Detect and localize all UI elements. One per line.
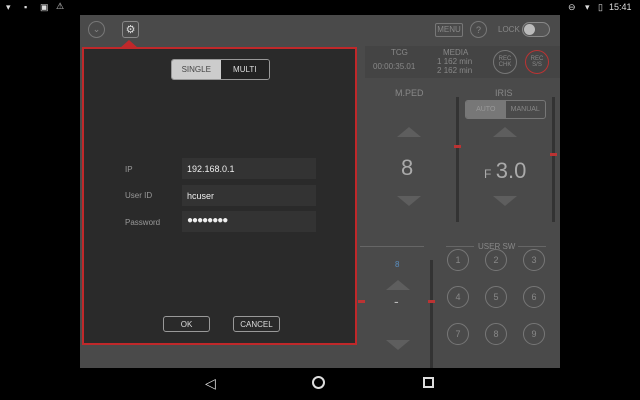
user-sw-button-5[interactable]: 5 [485, 286, 507, 308]
divider [446, 246, 474, 247]
user-sw-button-8[interactable]: 8 [485, 323, 507, 345]
lower-down-button[interactable] [386, 340, 410, 350]
back-icon[interactable]: ◁ [205, 375, 216, 392]
mped-up-button[interactable] [397, 127, 421, 137]
rec-chk-button[interactable]: REC CHK [493, 50, 517, 74]
navigation-bar: ◁ [0, 368, 640, 400]
user-sw-button-1[interactable]: 1 [447, 249, 469, 271]
rec-ss-button[interactable]: REC S/S [525, 50, 549, 74]
user-sw-button-3[interactable]: 3 [523, 249, 545, 271]
photo-icon: ▣ [40, 2, 49, 12]
iris-slider-right[interactable] [552, 97, 555, 222]
warning-icon: ⚠ [56, 1, 65, 11]
iris-up-button[interactable] [493, 127, 517, 137]
iris-down-button[interactable] [493, 196, 517, 206]
status-bar: ▾ ▪ ▣ ⚠ ⊖ ▾ ▯ 15:41 [0, 0, 640, 15]
home-icon[interactable] [312, 376, 325, 389]
lower-slider[interactable] [430, 260, 433, 375]
lower-up-button[interactable] [386, 280, 410, 290]
menu-button[interactable]: MENU [435, 23, 463, 37]
battery-icon: ▯ [598, 2, 603, 12]
slot-1: 1 [437, 57, 442, 66]
password-input[interactable]: ●●●●●●●● [182, 211, 316, 232]
lower-small-value: 8 [395, 260, 400, 269]
media-2-remaining: 162 min [443, 66, 473, 75]
user-sw-button-4[interactable]: 4 [447, 286, 469, 308]
iris-auto-button[interactable]: AUTO [466, 101, 506, 118]
lower-value: - [394, 293, 399, 309]
ok-button[interactable]: OK [163, 316, 210, 332]
password-label: Password [125, 218, 161, 227]
mode-toggle: SINGLE MULTI [171, 59, 270, 80]
ip-input[interactable]: 192.168.0.1 [182, 158, 316, 179]
chevron-down-icon: ⌄ [92, 24, 101, 34]
slider-marker [550, 153, 557, 156]
iris-mode-toggle: AUTO MANUAL [465, 100, 546, 119]
slider-marker [428, 300, 435, 303]
ip-label: IP [125, 165, 133, 174]
lock-toggle[interactable] [522, 22, 550, 37]
user-sw-button-2[interactable]: 2 [485, 249, 507, 271]
user-id-input[interactable]: hcuser [182, 185, 316, 206]
media-1-remaining: 162 min [443, 57, 473, 66]
cancel-button[interactable]: CANCEL [233, 316, 280, 332]
iris-label: IRIS [495, 88, 513, 98]
mode-single-button[interactable]: SINGLE [172, 60, 221, 79]
settings-button[interactable]: ⚙ [122, 21, 139, 38]
tcg-label: TCG [391, 48, 408, 57]
mped-value: 8 [401, 155, 414, 180]
wifi-icon: ▾ [585, 2, 590, 12]
iris-value: 3.0 [495, 158, 527, 183]
gear-icon: ⚙ [125, 24, 136, 36]
collapse-button[interactable]: ⌄ [88, 21, 105, 38]
mped-down-button[interactable] [397, 196, 421, 206]
recents-icon[interactable] [423, 377, 434, 388]
help-button[interactable]: ? [470, 21, 487, 38]
lock-label: LOCK [498, 25, 520, 34]
wifi-question-icon: ▾ [6, 2, 11, 12]
user-sw-button-9[interactable]: 9 [523, 323, 545, 345]
media-label: MEDIA [443, 48, 469, 57]
divider [518, 246, 546, 247]
iris-slider-left[interactable] [456, 97, 459, 222]
iris-prefix: F [484, 167, 492, 181]
slider-marker [358, 300, 365, 303]
user-sw-button-6[interactable]: 6 [523, 286, 545, 308]
dnd-icon: ⊖ [568, 2, 576, 12]
mode-multi-button[interactable]: MULTI [220, 60, 269, 79]
clock: 15:41 [609, 2, 632, 12]
mped-label: M.PED [395, 88, 424, 98]
connection-settings-dialog: SINGLE MULTI IP 192.168.0.1 User ID hcus… [82, 47, 357, 345]
image-icon: ▪ [24, 2, 28, 12]
iris-manual-button[interactable]: MANUAL [506, 101, 546, 118]
user-id-label: User ID [125, 191, 153, 200]
slot-2: 2 [437, 66, 442, 75]
tcg-value: 00:00:35.01 [373, 62, 416, 71]
divider [360, 246, 424, 247]
user-sw-button-7[interactable]: 7 [447, 323, 469, 345]
slider-marker [454, 145, 461, 148]
